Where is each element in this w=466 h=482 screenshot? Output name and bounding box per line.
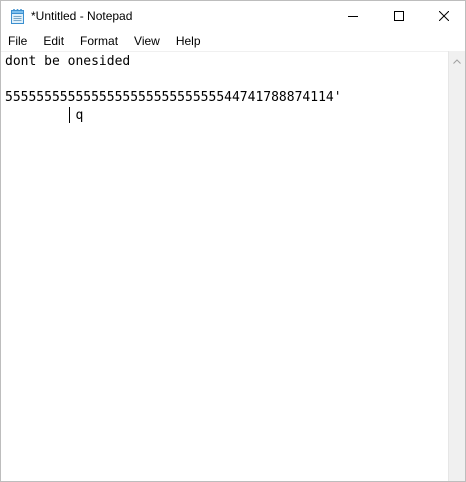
menu-edit[interactable]: Edit	[35, 32, 72, 51]
notepad-icon	[10, 8, 25, 24]
menu-format[interactable]: Format	[72, 32, 126, 51]
vertical-scrollbar[interactable]	[448, 51, 465, 481]
scroll-up-button[interactable]	[449, 51, 465, 68]
close-icon	[439, 11, 449, 21]
menu-help[interactable]: Help	[168, 32, 209, 51]
notepad-window: *Untitled - Notepad File Edit Format Vie…	[0, 0, 466, 482]
minimize-button[interactable]	[330, 1, 376, 31]
menu-file[interactable]: File	[1, 32, 35, 51]
editor-content[interactable]: dont be onesided 55555555555555555555555…	[5, 53, 342, 125]
text-caret	[69, 107, 70, 123]
close-button[interactable]	[421, 1, 466, 31]
maximize-button[interactable]	[376, 1, 422, 31]
scroll-up-arrow-icon	[453, 51, 461, 69]
minimize-icon	[348, 11, 358, 21]
window-title: *Untitled - Notepad	[31, 9, 133, 23]
menu-bar: File Edit Format View Help	[1, 32, 465, 51]
menu-view[interactable]: View	[126, 32, 168, 51]
text-editor[interactable]: dont be onesided 55555555555555555555555…	[1, 51, 448, 481]
maximize-icon	[394, 11, 404, 21]
title-bar[interactable]: *Untitled - Notepad	[1, 1, 465, 32]
